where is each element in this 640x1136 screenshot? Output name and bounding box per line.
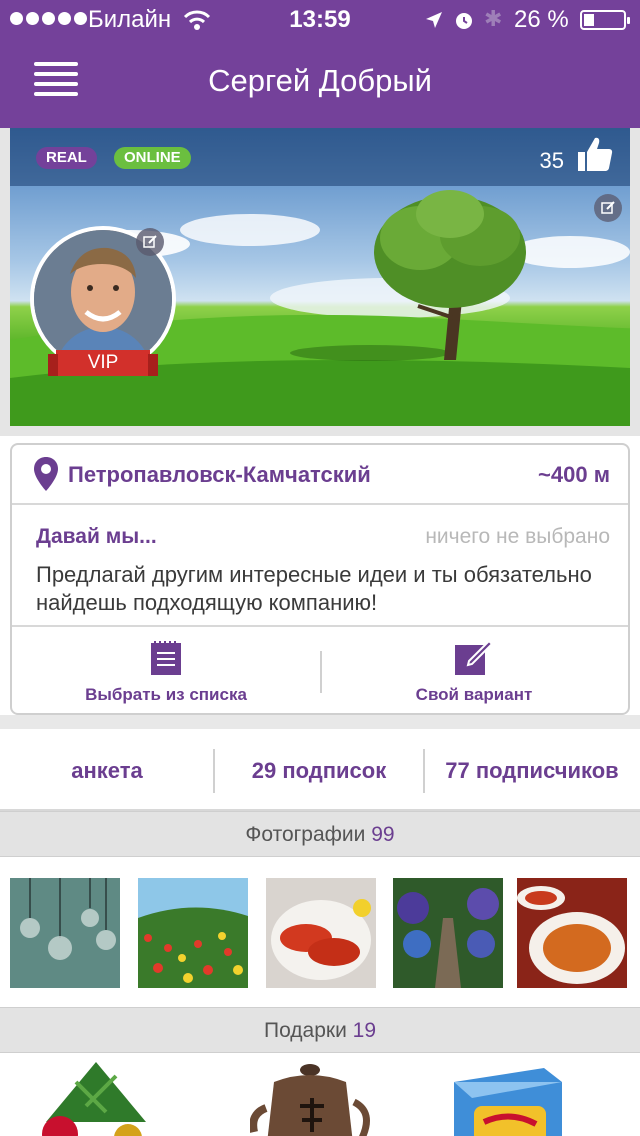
gift-christmas-icon[interactable]: [36, 1062, 156, 1136]
gift-candy-icon[interactable]: [444, 1062, 564, 1136]
status-bar: Билайн 13:59 ✱ 26 %: [0, 0, 640, 40]
real-badge: REAL: [36, 147, 97, 169]
profile-tab[interactable]: анкета: [0, 729, 214, 809]
photo-thumbnail[interactable]: [10, 878, 120, 988]
distance: ~400 м: [538, 462, 610, 487]
bluetooth-icon: ✱: [484, 6, 503, 31]
likes-count: 35: [539, 148, 564, 173]
photos-strip: [0, 858, 640, 1008]
idea-description: Предлагай другим интересные идеи и ты об…: [36, 562, 592, 615]
section-gap: [0, 715, 640, 729]
top-bar: Билайн 13:59 ✱ 26 % Сергей Добрый: [0, 0, 640, 128]
photos-count: 99: [371, 823, 395, 846]
idea-selection: ничего не выбрано: [425, 525, 610, 548]
page-title: Сергей Добрый: [208, 63, 432, 98]
alarm-icon: [456, 13, 472, 29]
custom-option-label: Свой вариант: [415, 685, 533, 704]
online-badge: ONLINE: [114, 147, 191, 169]
edit-avatar-button[interactable]: [136, 228, 164, 256]
city-name: Петропавловск-Камчатский: [68, 462, 371, 487]
choose-from-list-button[interactable]: Выбрать из списка: [12, 627, 320, 715]
cover-photo[interactable]: REAL ONLINE 35 VIP: [10, 128, 630, 426]
photo-thumbnail[interactable]: [517, 878, 627, 988]
battery-percent: 26 %: [514, 6, 569, 33]
gifts-strip: [0, 1054, 640, 1136]
idea-actions: Выбрать из списка Свой вариант: [12, 625, 628, 715]
custom-option-button[interactable]: Свой вариант: [320, 627, 628, 715]
gifts-header[interactable]: Подарки 19: [0, 1007, 640, 1053]
battery-icon: [580, 10, 630, 30]
subscribers-tab[interactable]: 77 подписчиков: [424, 729, 640, 809]
photos-header[interactable]: Фотографии 99: [0, 811, 640, 857]
choose-from-list-label: Выбрать из списка: [85, 685, 247, 704]
subscriptions-tab[interactable]: 29 подписок: [214, 729, 424, 809]
edit-icon: [143, 235, 157, 248]
cover-top-band: [10, 128, 630, 186]
vip-ribbon: VIP: [48, 350, 158, 376]
photo-thumbnail[interactable]: [393, 878, 503, 988]
photos-label: Фотографии: [245, 823, 366, 846]
profile-header: REAL ONLINE 35 VIP: [0, 128, 640, 436]
photo-thumbnail[interactable]: [266, 878, 376, 988]
location-arrow-icon: [426, 12, 442, 28]
edit-cover-button[interactable]: [594, 194, 622, 222]
idea-title: Давай мы...: [36, 525, 157, 548]
thumbs-up-icon[interactable]: [574, 134, 614, 174]
notepad-icon: [151, 641, 181, 675]
info-card: Петропавловск-Камчатский ~400 м Давай мы…: [10, 443, 630, 715]
edit-icon: [601, 201, 615, 214]
location-row: Петропавловск-Камчатский ~400 м: [12, 445, 628, 505]
profile-stats: анкета 29 подписок 77 подписчиков: [0, 729, 640, 811]
map-pin-icon: [34, 457, 58, 491]
gifts-label: Подарки: [263, 1019, 347, 1042]
edit-icon: [455, 639, 493, 675]
gift-teapot-icon[interactable]: [250, 1062, 370, 1136]
gifts-count: 19: [352, 1019, 377, 1042]
photo-thumbnail[interactable]: [138, 878, 248, 988]
